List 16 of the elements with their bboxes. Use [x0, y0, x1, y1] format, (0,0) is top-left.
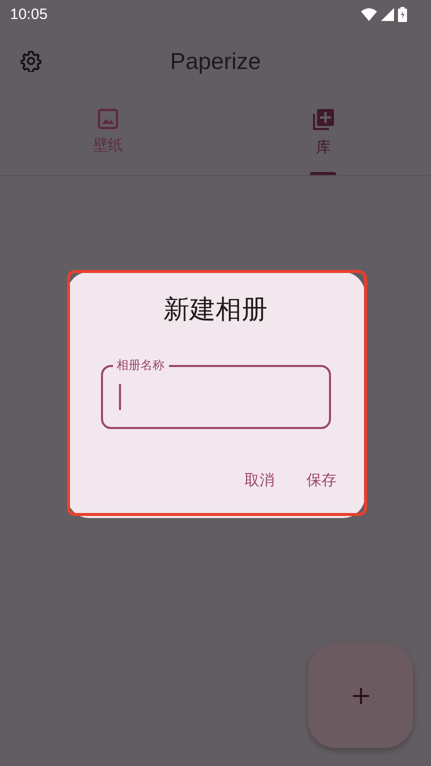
app-title: Paperize — [170, 48, 261, 74]
text-cursor — [118, 384, 120, 410]
plus-icon — [352, 688, 368, 704]
field-label: 相册名称 — [112, 357, 168, 374]
battery-icon — [398, 6, 407, 22]
image-icon — [96, 108, 119, 130]
dialog-button[interactable]: 取消 — [240, 465, 278, 496]
dialog-title: 新建相册 — [164, 294, 268, 327]
wifi-icon — [361, 8, 377, 20]
settings-icon[interactable] — [20, 50, 42, 72]
tab-indicator — [310, 172, 336, 175]
input-field[interactable]: 相册名称 — [100, 355, 330, 429]
signal-icon — [381, 8, 394, 20]
library-add-icon — [311, 108, 336, 132]
status-time: 10:05 — [10, 6, 48, 22]
dialog-button[interactable]: 保存 — [302, 465, 340, 496]
